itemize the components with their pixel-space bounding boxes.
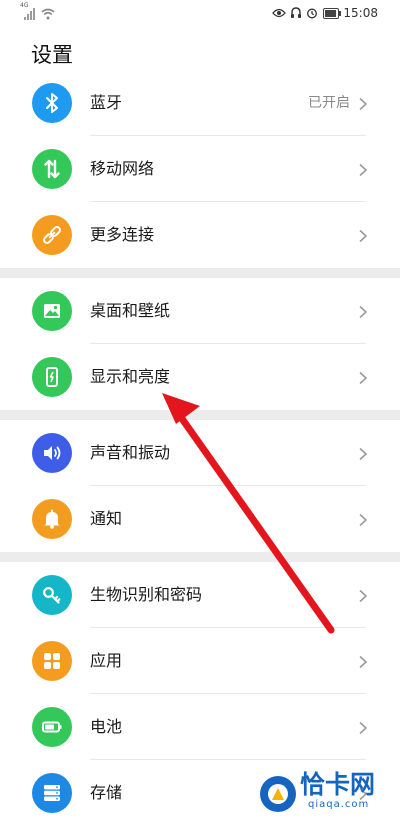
chevron-right-icon [356, 512, 370, 527]
settings-item-label: 桌面和壁纸 [90, 301, 171, 320]
storage-icon [32, 773, 72, 813]
speaker-icon [32, 433, 72, 473]
settings-item-label: 移动网络 [90, 159, 155, 178]
mobile-data-icon [32, 149, 72, 189]
chevron-right-icon [356, 654, 370, 669]
clock-time: 15:08 [343, 6, 378, 20]
settings-item-display[interactable]: 显示和亮度 [0, 344, 400, 410]
settings-item-apps[interactable]: 应用 [0, 628, 400, 694]
chevron-right-icon [356, 228, 370, 243]
apps-icon [32, 641, 72, 681]
settings-item-label: 生物识别和密码 [90, 585, 203, 604]
status-right: 15:08 [272, 4, 378, 22]
settings-item-bluetooth[interactable]: 蓝牙 已开启 [0, 70, 400, 136]
bluetooth-icon [32, 83, 72, 123]
settings-item-label: 存储 [90, 783, 123, 802]
status-bar: 4G 15:08 [0, 0, 400, 26]
chevron-right-icon [356, 370, 370, 385]
battery-icon [32, 707, 72, 747]
signal-icon: 4G [20, 2, 35, 20]
page-title: 设置 [31, 43, 73, 67]
chevron-right-icon [356, 588, 370, 603]
settings-item-label: 蓝牙 [90, 93, 123, 112]
wallpaper-icon [32, 291, 72, 331]
battery-indicator [323, 7, 342, 19]
settings-item-status: 已开启 [308, 95, 350, 111]
bell-icon [32, 499, 72, 539]
settings-item-battery[interactable]: 电池 [0, 694, 400, 760]
network-type-label: 4G [20, 2, 29, 9]
settings-item-label: 通知 [90, 509, 123, 528]
settings-item-label: 声音和振动 [90, 443, 171, 462]
settings-item-label: 更多连接 [90, 225, 155, 244]
watermark-subtext: qiaqa.com [308, 799, 370, 810]
settings-item-link[interactable]: 更多连接 [0, 202, 400, 268]
settings-item-label: 电池 [90, 717, 123, 736]
group-separator [0, 410, 400, 420]
eye-icon [272, 8, 287, 18]
settings-item-bell[interactable]: 通知 [0, 486, 400, 552]
chevron-right-icon [356, 720, 370, 735]
settings-item-label: 应用 [90, 651, 123, 670]
settings-item-wallpaper[interactable]: 桌面和壁纸 [0, 278, 400, 344]
watermark: 恰卡网 qiaqa.com [256, 770, 400, 816]
settings-list: 蓝牙 已开启移动网络更多连接桌面和壁纸显示和亮度声音和振动通知生物识别和密码 应用电… [0, 70, 400, 826]
alarm-icon [307, 8, 318, 19]
watermark-text: 恰卡网 [300, 770, 376, 799]
status-left: 4G [20, 2, 55, 20]
link-icon [32, 215, 72, 255]
settings-item-speaker[interactable]: 声音和振动 [0, 420, 400, 486]
group-separator [0, 268, 400, 278]
chevron-right-icon [356, 96, 370, 111]
chevron-right-icon [356, 446, 370, 461]
settings-item-label: 显示和亮度 [90, 367, 171, 386]
headset-icon [291, 7, 302, 18]
chevron-right-icon [356, 162, 370, 177]
settings-item-mobile-data[interactable]: 移动网络 [0, 136, 400, 202]
wifi-icon [41, 8, 55, 20]
group-separator [0, 552, 400, 562]
chevron-right-icon [356, 304, 370, 319]
display-icon [32, 357, 72, 397]
settings-item-key[interactable]: 生物识别和密码 [0, 562, 400, 628]
key-icon [32, 575, 72, 615]
watermark-logo-icon [260, 776, 296, 812]
